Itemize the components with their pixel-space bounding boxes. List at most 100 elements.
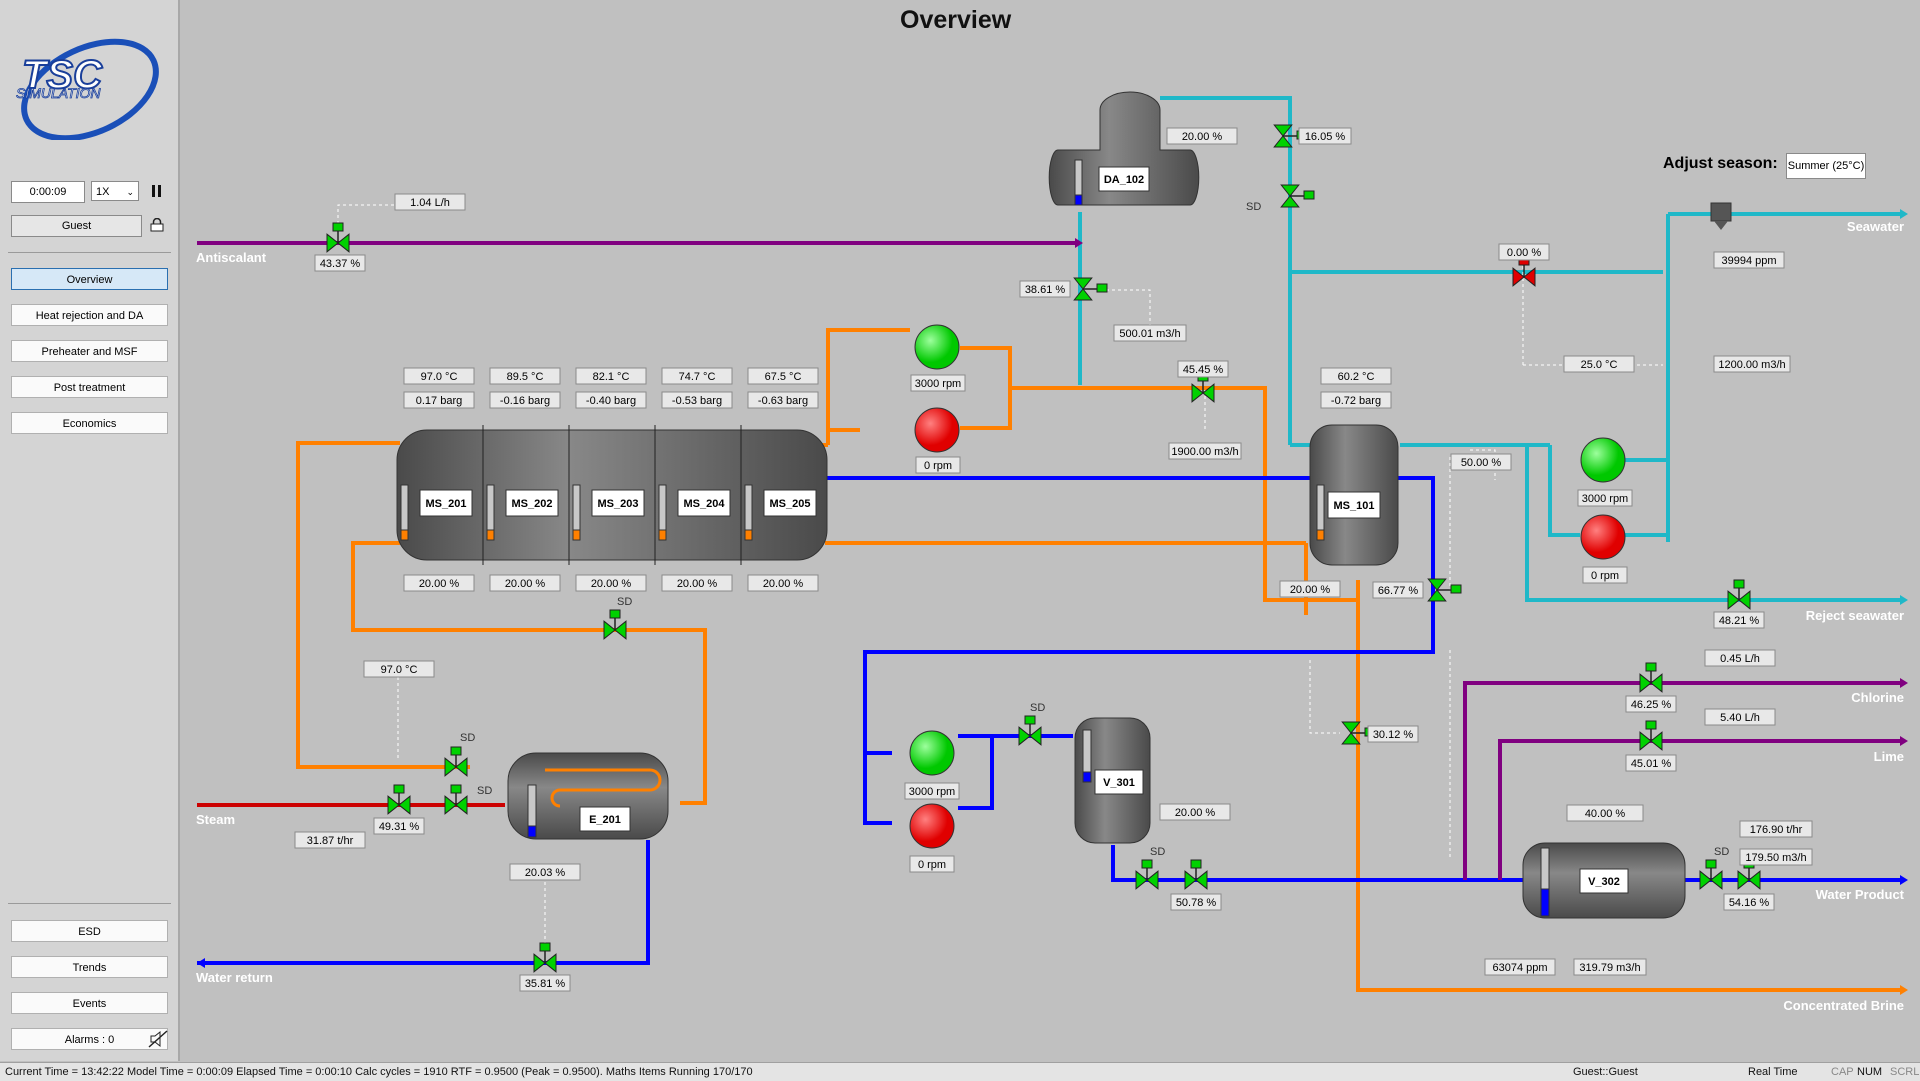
readout-t202-value: 89.5 °C <box>507 371 544 383</box>
water-return-valve[interactable] <box>533 942 557 973</box>
pump-distillate-standby[interactable] <box>909 803 955 849</box>
vessel-ms-203-label: MS_203 <box>598 498 639 510</box>
alarms-button[interactable]: Alarms : 0 <box>11 1028 168 1050</box>
reject-valve[interactable] <box>1727 579 1751 610</box>
readout-v301-valve: 50.78 % <box>1170 893 1222 911</box>
events-button[interactable]: Events <box>11 992 168 1014</box>
esd-button[interactable]: ESD <box>11 920 168 942</box>
pump-seawater-standby[interactable] <box>1580 514 1626 560</box>
readout-l202-value: 20.00 % <box>505 578 546 590</box>
readout-product-valve-value: 54.16 % <box>1729 897 1770 909</box>
sidebar: TSC SIMULATION 0:00:09 1X ⌄ Guest Overvie… <box>0 0 180 1061</box>
trends-button[interactable]: Trends <box>11 956 168 978</box>
readout-da-level: 20.00 % <box>1166 127 1238 145</box>
readout-t101: 60.2 °C <box>1320 367 1392 385</box>
stream-antiscalant: Antiscalant <box>196 250 267 265</box>
vessel-ms-204[interactable]: MS_204 <box>677 489 731 517</box>
stream-steam: Steam <box>196 812 235 827</box>
status-mode: Real Time <box>1748 1066 1798 1078</box>
nav-heat-rejection[interactable]: Heat rejection and DA <box>11 304 168 326</box>
vessel-ms-202[interactable]: MS_202 <box>505 489 559 517</box>
readout-sw-pump-top: 3000 rpm <box>1577 489 1633 507</box>
readout-sw-flow-value: 1200.00 m3/h <box>1718 359 1785 371</box>
v301-sd-valve[interactable] <box>1135 859 1159 890</box>
chlorine-valve[interactable] <box>1639 662 1663 693</box>
readout-p202-value: -0.16 barg <box>500 395 550 407</box>
speed-select[interactable]: 1X ⌄ <box>91 181 139 201</box>
readout-t202: 89.5 °C <box>489 367 561 385</box>
readout-chlorine-valve-value: 46.25 % <box>1631 699 1672 711</box>
pump-seawater-running[interactable] <box>1580 437 1626 483</box>
readout-l101: 20.00 % <box>1279 580 1341 598</box>
e201-sd-valve[interactable] <box>444 746 468 777</box>
sd-label-product: SD <box>1714 846 1729 858</box>
readout-steam-flow-value: 31.87 t/hr <box>307 835 354 847</box>
readout-t203: 82.1 °C <box>575 367 647 385</box>
readout-l205-value: 20.00 % <box>763 578 804 590</box>
readout-ms101-valve-value: 50.00 % <box>1461 457 1502 469</box>
pause-button[interactable] <box>148 181 166 201</box>
product-sd-valve[interactable] <box>1699 859 1723 890</box>
readout-recirc-valve: 45.45 % <box>1177 360 1229 378</box>
pump-brine-running[interactable] <box>914 324 960 370</box>
readout-brine-valve: 30.12 % <box>1367 725 1419 743</box>
readout-dist-pump-bot: 0 rpm <box>909 855 955 873</box>
readout-recirc-valve-value: 45.45 % <box>1183 364 1224 376</box>
da-sd-valve[interactable] <box>1280 184 1315 208</box>
readout-antiscalant-valve-value: 43.37 % <box>320 258 361 270</box>
readout-sw-temp: 25.0 °C <box>1563 355 1635 373</box>
readout-dist-pump-top: 3000 rpm <box>904 782 960 800</box>
status-bar: Current Time = 13:42:22 Model Time = 0:0… <box>0 1062 1920 1081</box>
nav-overview[interactable]: Overview <box>11 268 168 290</box>
vessel-ms-203[interactable]: MS_203 <box>591 489 645 517</box>
readout-l204-value: 20.00 % <box>677 578 718 590</box>
lock-icon[interactable] <box>150 218 164 232</box>
distillate-valve[interactable] <box>1018 715 1042 746</box>
readout-ms101-out-valve: 66.77 % <box>1372 581 1424 599</box>
readout-pump1-top: 3000 rpm <box>910 374 966 392</box>
readout-p201: 0.17 barg <box>403 391 475 409</box>
steam-sd-valve[interactable] <box>444 784 468 815</box>
readout-v301-level: 20.00 % <box>1159 803 1231 821</box>
vessel-ms-205[interactable]: MS_205 <box>763 489 817 517</box>
sim-time-field[interactable]: 0:00:09 <box>11 181 85 203</box>
recycle-valve[interactable] <box>603 609 627 640</box>
antiscalant-valve[interactable] <box>326 222 350 253</box>
readout-pump1-top-value: 3000 rpm <box>915 378 961 390</box>
lime-valve[interactable] <box>1639 720 1663 751</box>
readout-product-flow-value: 179.50 m3/h <box>1745 852 1806 864</box>
sd-label-distillate: SD <box>1030 702 1045 714</box>
readout-recirc-flow-value: 1900.00 m3/h <box>1171 446 1238 458</box>
vessel-da-102[interactable]: DA_102 <box>1048 91 1200 206</box>
seawater-valve[interactable] <box>1512 256 1536 287</box>
readout-antiscalant-flow: 1.04 L/h <box>394 193 466 211</box>
readout-t201: 97.0 °C <box>403 367 475 385</box>
readout-sw-salinity-value: 39994 ppm <box>1721 255 1776 267</box>
vessel-ms-101-label: MS_101 <box>1334 500 1375 512</box>
readout-l101-value: 20.00 % <box>1290 584 1331 596</box>
readout-p203: -0.40 barg <box>575 391 647 409</box>
pump-brine-standby[interactable] <box>914 407 960 453</box>
steam-valve[interactable] <box>387 784 411 815</box>
user-button[interactable]: Guest <box>11 215 142 237</box>
readout-reject-valve: 48.21 % <box>1713 611 1765 629</box>
readout-p203-value: -0.40 barg <box>586 395 636 407</box>
readout-t201-value: 97.0 °C <box>421 371 458 383</box>
strainer-icon <box>1710 202 1732 230</box>
nav-preheater[interactable]: Preheater and MSF <box>11 340 168 362</box>
nav-economics[interactable]: Economics <box>11 412 168 434</box>
readout-product-temp: 176.90 t/hr <box>1739 820 1813 838</box>
readout-brine-temp: 97.0 °C <box>363 660 435 678</box>
vessel-ms-201[interactable]: MS_201 <box>419 489 473 517</box>
readout-da-out-valve-value: 38.61 % <box>1025 284 1066 296</box>
stream-lime: Lime <box>1874 749 1904 764</box>
mute-icon[interactable] <box>148 1030 168 1048</box>
pump-distillate-running[interactable] <box>909 730 955 776</box>
readout-brine-flow-value: 319.79 m3/h <box>1579 962 1640 974</box>
nav-post-treatment[interactable]: Post treatment <box>11 376 168 398</box>
readout-l203-value: 20.00 % <box>591 578 632 590</box>
v301-valve[interactable] <box>1184 859 1208 890</box>
readout-sw-flow: 1200.00 m3/h <box>1713 355 1791 373</box>
chevron-down-icon: ⌄ <box>126 187 134 197</box>
readout-p101-value: -0.72 barg <box>1331 395 1381 407</box>
